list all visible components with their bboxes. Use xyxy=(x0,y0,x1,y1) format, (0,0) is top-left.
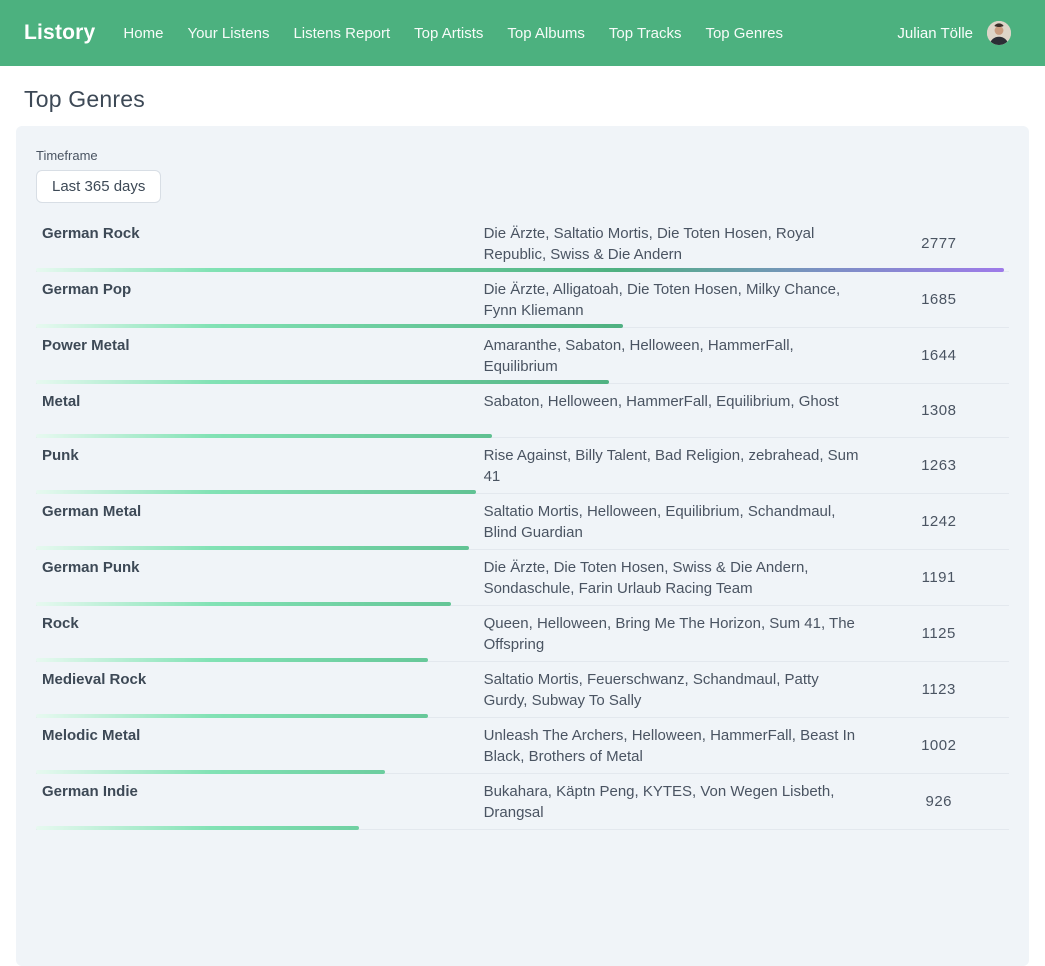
genre-row: Melodic Metal Unleash The Archers, Hello… xyxy=(36,718,1009,774)
genre-name: Rock xyxy=(36,611,484,634)
user-menu[interactable]: Julian Tölle xyxy=(897,21,1011,45)
genre-row: Punk Rise Against, Billy Talent, Bad Rel… xyxy=(36,438,1009,494)
genre-artists: Unleash The Archers, Helloween, HammerFa… xyxy=(484,723,883,767)
genre-artists: Queen, Helloween, Bring Me The Horizon, … xyxy=(484,611,883,655)
genre-name: Metal xyxy=(36,389,484,412)
genre-name: German Pop xyxy=(36,277,484,300)
nav-item-your-listens[interactable]: Your Listens xyxy=(187,25,269,42)
genre-name: Power Metal xyxy=(36,333,484,356)
genre-count: 1002 xyxy=(883,737,1010,754)
genre-artists: Saltatio Mortis, Feuerschwanz, Schandmau… xyxy=(484,667,883,711)
user-avatar[interactable] xyxy=(987,21,1011,45)
genre-count: 926 xyxy=(883,793,1010,810)
genre-name: Melodic Metal xyxy=(36,723,484,746)
page-content: Top Genres Timeframe Last 365 days Germa… xyxy=(0,86,1045,966)
genre-row: German Punk Die Ärzte, Die Toten Hosen, … xyxy=(36,550,1009,606)
nav-item-home[interactable]: Home xyxy=(123,25,163,42)
genre-count: 1263 xyxy=(883,457,1010,474)
genre-name: Medieval Rock xyxy=(36,667,484,690)
genre-count: 1242 xyxy=(883,513,1010,530)
nav-item-top-artists[interactable]: Top Artists xyxy=(414,25,483,42)
nav-item-top-tracks[interactable]: Top Tracks xyxy=(609,25,682,42)
genre-row: German Pop Die Ärzte, Alligatoah, Die To… xyxy=(36,272,1009,328)
user-name: Julian Tölle xyxy=(897,25,973,42)
genre-row: Metal Sabaton, Helloween, HammerFall, Eq… xyxy=(36,384,1009,438)
genre-row: German Rock Die Ärzte, Saltatio Mortis, … xyxy=(36,216,1009,272)
nav-menu: Home Your Listens Listens Report Top Art… xyxy=(123,25,783,42)
top-nav: Listory Home Your Listens Listens Report… xyxy=(0,0,1045,66)
genre-count: 1123 xyxy=(883,681,1010,698)
genre-artists: Die Ärzte, Saltatio Mortis, Die Toten Ho… xyxy=(484,221,883,265)
genre-count: 1685 xyxy=(883,291,1010,308)
genre-count: 1308 xyxy=(883,402,1010,419)
genre-row: Rock Queen, Helloween, Bring Me The Hori… xyxy=(36,606,1009,662)
genre-artists: Die Ärzte, Die Toten Hosen, Swiss & Die … xyxy=(484,555,883,599)
top-genres-card: Timeframe Last 365 days German Rock Die … xyxy=(16,126,1029,966)
genre-name: German Metal xyxy=(36,499,484,522)
genre-name: German Indie xyxy=(36,779,484,802)
genre-row: German Metal Saltatio Mortis, Helloween,… xyxy=(36,494,1009,550)
genre-row: Power Metal Amaranthe, Sabaton, Hellowee… xyxy=(36,328,1009,384)
genre-artists: Amaranthe, Sabaton, Helloween, HammerFal… xyxy=(484,333,883,377)
brand-logo[interactable]: Listory xyxy=(24,21,95,45)
nav-item-top-albums[interactable]: Top Albums xyxy=(507,25,585,42)
genre-name: Punk xyxy=(36,443,484,466)
genre-count: 2777 xyxy=(883,235,1010,252)
genre-row: Medieval Rock Saltatio Mortis, Feuerschw… xyxy=(36,662,1009,718)
genre-artists: Sabaton, Helloween, HammerFall, Equilibr… xyxy=(484,389,883,412)
genre-artists: Saltatio Mortis, Helloween, Equilibrium,… xyxy=(484,499,883,543)
genre-artists: Bukahara, Käptn Peng, KYTES, Von Wegen L… xyxy=(484,779,883,823)
genre-count: 1191 xyxy=(883,569,1010,586)
avatar-image xyxy=(987,21,1011,45)
genres-table: German Rock Die Ärzte, Saltatio Mortis, … xyxy=(36,216,1009,830)
timeframe-label: Timeframe xyxy=(36,148,1009,163)
genre-row: German Indie Bukahara, Käptn Peng, KYTES… xyxy=(36,774,1009,830)
page-title: Top Genres xyxy=(24,86,1021,113)
genre-name: German Rock xyxy=(36,221,484,244)
nav-item-listens-report[interactable]: Listens Report xyxy=(293,25,390,42)
genre-artists: Rise Against, Billy Talent, Bad Religion… xyxy=(484,443,883,487)
genre-artists: Die Ärzte, Alligatoah, Die Toten Hosen, … xyxy=(484,277,883,321)
genre-count: 1644 xyxy=(883,347,1010,364)
genre-name: German Punk xyxy=(36,555,484,578)
genre-count: 1125 xyxy=(883,625,1010,642)
genre-bar xyxy=(36,826,359,830)
timeframe-selector[interactable]: Last 365 days xyxy=(36,170,161,203)
nav-item-top-genres[interactable]: Top Genres xyxy=(705,25,783,42)
